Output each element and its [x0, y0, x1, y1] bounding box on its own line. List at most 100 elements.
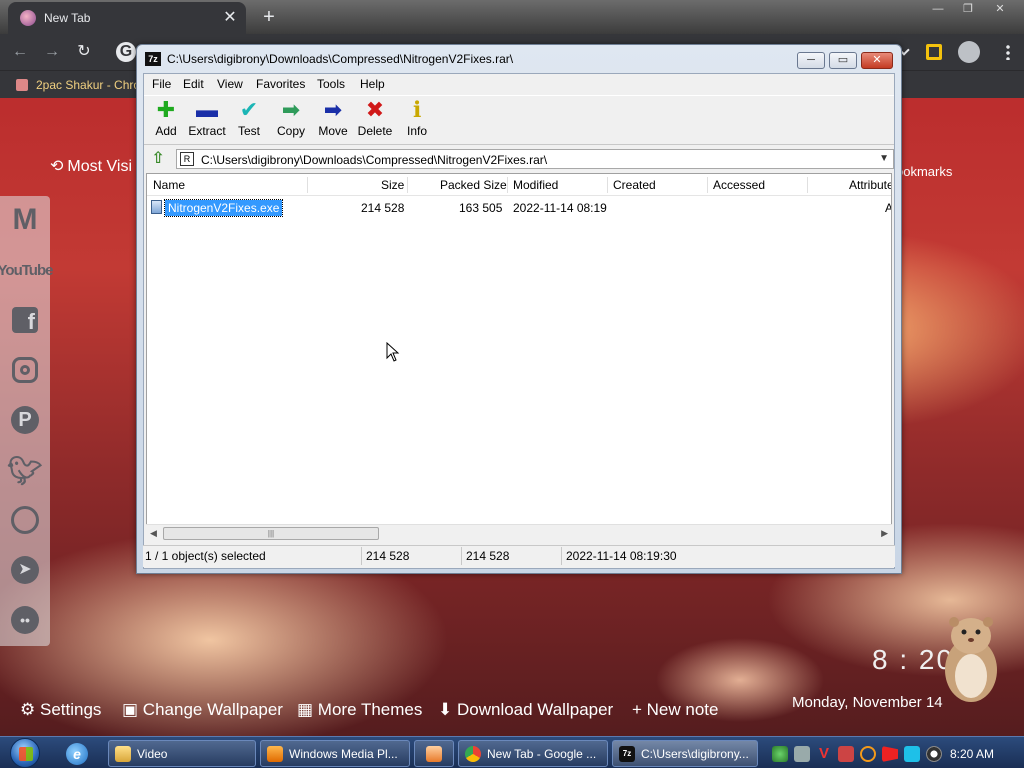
volume-icon[interactable]: [926, 746, 942, 762]
new-note-button[interactable]: + New note: [632, 700, 718, 720]
bookmarks-link[interactable]: ookmarks: [896, 164, 952, 179]
column-created[interactable]: Created: [613, 178, 656, 192]
change-wallpaper-button[interactable]: ▣ Change Wallpaper: [122, 700, 283, 720]
extension-square-icon[interactable]: [926, 44, 942, 60]
column-divider[interactable]: [607, 177, 608, 193]
hamster-sticker-image: [945, 617, 997, 702]
more-themes-button[interactable]: ▦ More Themes: [297, 700, 422, 720]
twitter-icon[interactable]: 🐦︎: [5, 450, 45, 490]
gmail-icon[interactable]: M: [5, 200, 45, 240]
path-combobox[interactable]: R C:\Users\digibrony\Downloads\Compresse…: [176, 149, 894, 169]
column-attributes[interactable]: Attribute: [849, 178, 891, 192]
column-divider[interactable]: [807, 177, 808, 193]
gear-icon[interactable]: [794, 746, 810, 762]
flag-icon[interactable]: [882, 746, 898, 762]
taskbar-item-chrome[interactable]: New Tab - Google ...: [458, 740, 608, 767]
taskbar-item-label: Windows Media Pl...: [289, 747, 398, 761]
forward-arrow-icon[interactable]: →: [42, 42, 62, 62]
add-button[interactable]: ✚ Add: [144, 98, 188, 144]
settings-label: Settings: [39, 700, 102, 719]
scroll-thumb[interactable]: |||: [163, 527, 379, 540]
youtube-icon[interactable]: YouTube: [0, 250, 53, 290]
extract-button[interactable]: ▬ Extract: [185, 98, 229, 144]
browser-maximize-button[interactable]: ❐: [956, 2, 980, 16]
7zip-client-area: File Edit View Favorites Tools Help ✚ Ad…: [143, 73, 895, 569]
menu-view[interactable]: View: [217, 77, 243, 91]
browser-tab-new-tab[interactable]: New Tab ✕: [8, 2, 246, 34]
menu-tools[interactable]: Tools: [317, 77, 345, 91]
copy-label: Copy: [276, 124, 305, 138]
list-header: Name Size Packed Size Modified Created A…: [147, 174, 891, 196]
most-visited-link[interactable]: ⟲ Most Visi: [50, 156, 132, 176]
file-name[interactable]: NitrogenV2Fixes.exe: [163, 199, 284, 217]
bookmark-2pac-shakur[interactable]: 2pac Shakur - Chro: [16, 77, 140, 92]
column-packed-size[interactable]: Packed Size: [440, 178, 507, 192]
antivirus-icon[interactable]: V: [816, 746, 832, 762]
minimize-button[interactable]: ─: [797, 52, 825, 69]
download-wallpaper-button[interactable]: ⬇ Download Wallpaper: [438, 700, 613, 720]
taskbar-item-7zip[interactable]: 7z C:\Users\digibrony...: [612, 740, 758, 767]
column-modified[interactable]: Modified: [513, 178, 558, 192]
instagram-icon[interactable]: [5, 350, 45, 390]
windows-orb-icon: [10, 738, 40, 768]
browser-minimize-button[interactable]: —: [926, 2, 950, 16]
download-wallpaper-label: Download Wallpaper: [456, 700, 614, 719]
maximize-button[interactable]: ▭: [829, 52, 857, 69]
column-divider[interactable]: [707, 177, 708, 193]
column-accessed[interactable]: Accessed: [713, 178, 765, 192]
change-wallpaper-label: Change Wallpaper: [142, 700, 283, 719]
table-row[interactable]: NitrogenV2Fixes.exe 214 528 163 505 2022…: [147, 198, 891, 218]
tray-clock[interactable]: 8:20 AM: [950, 747, 994, 761]
column-divider[interactable]: [407, 177, 408, 193]
taskbar-item-windows-media-player[interactable]: Windows Media Pl...: [260, 740, 410, 767]
info-label: Info: [406, 124, 427, 138]
app-tray-icon[interactable]: [838, 746, 854, 762]
column-size[interactable]: Size: [381, 178, 404, 192]
start-button[interactable]: [6, 737, 46, 768]
add-icon: ✚: [156, 97, 176, 122]
new-tab-button[interactable]: +: [258, 6, 280, 28]
column-divider[interactable]: [507, 177, 508, 193]
telegram-icon[interactable]: ➤: [5, 550, 45, 590]
menu-help[interactable]: Help: [360, 77, 385, 91]
horizontal-scrollbar-track[interactable]: ◀ ||| ▶: [146, 524, 892, 541]
info-button[interactable]: ℹ Info: [395, 98, 439, 144]
move-button[interactable]: ➡ Move: [311, 98, 355, 144]
network-globe-icon[interactable]: [772, 746, 788, 762]
scroll-right-icon[interactable]: ▶: [881, 528, 888, 539]
internet-explorer-icon[interactable]: e: [66, 743, 88, 765]
google-icon[interactable]: G: [116, 42, 136, 62]
chevron-down-icon[interactable]: ▼: [879, 153, 889, 164]
folder-up-icon[interactable]: ⇧: [148, 149, 168, 169]
scroll-left-icon[interactable]: ◀: [150, 528, 157, 539]
reddit-icon[interactable]: ••: [5, 600, 45, 640]
file-list[interactable]: Name Size Packed Size Modified Created A…: [146, 173, 892, 541]
reload-icon[interactable]: ↻: [74, 42, 94, 62]
monitor-icon[interactable]: [904, 746, 920, 762]
facebook-icon[interactable]: f: [5, 300, 45, 340]
menu-edit[interactable]: Edit: [183, 77, 204, 91]
back-arrow-icon[interactable]: ←: [10, 42, 30, 62]
settings-button[interactable]: ⚙ Settings: [20, 700, 101, 720]
window-title-bar[interactable]: 7z C:\Users\digibrony\Downloads\Compresse…: [145, 51, 795, 69]
taskbar-item-app[interactable]: [414, 740, 454, 767]
taskbar-item-video[interactable]: Video: [108, 740, 256, 767]
close-button[interactable]: ✕: [861, 52, 893, 69]
test-button[interactable]: ✔ Test: [227, 98, 271, 144]
taskbar-item-label: Video: [137, 747, 168, 761]
kebab-menu-icon[interactable]: [1006, 44, 1010, 60]
tab-close-icon[interactable]: ✕: [220, 8, 240, 28]
media-player-icon: [267, 746, 283, 762]
tab-title: New Tab: [44, 11, 91, 25]
copy-button[interactable]: ➡ Copy: [269, 98, 313, 144]
browser-close-button[interactable]: ✕: [988, 2, 1012, 16]
menu-file[interactable]: File: [152, 77, 171, 91]
search-icon[interactable]: [860, 746, 876, 762]
whatsapp-icon[interactable]: [5, 500, 45, 540]
profile-avatar-icon[interactable]: [958, 41, 980, 63]
pinterest-icon[interactable]: P: [5, 400, 45, 440]
column-name[interactable]: Name: [153, 178, 185, 192]
delete-button[interactable]: ✖ Delete: [353, 98, 397, 144]
menu-favorites[interactable]: Favorites: [256, 77, 305, 91]
column-divider[interactable]: [307, 177, 308, 193]
